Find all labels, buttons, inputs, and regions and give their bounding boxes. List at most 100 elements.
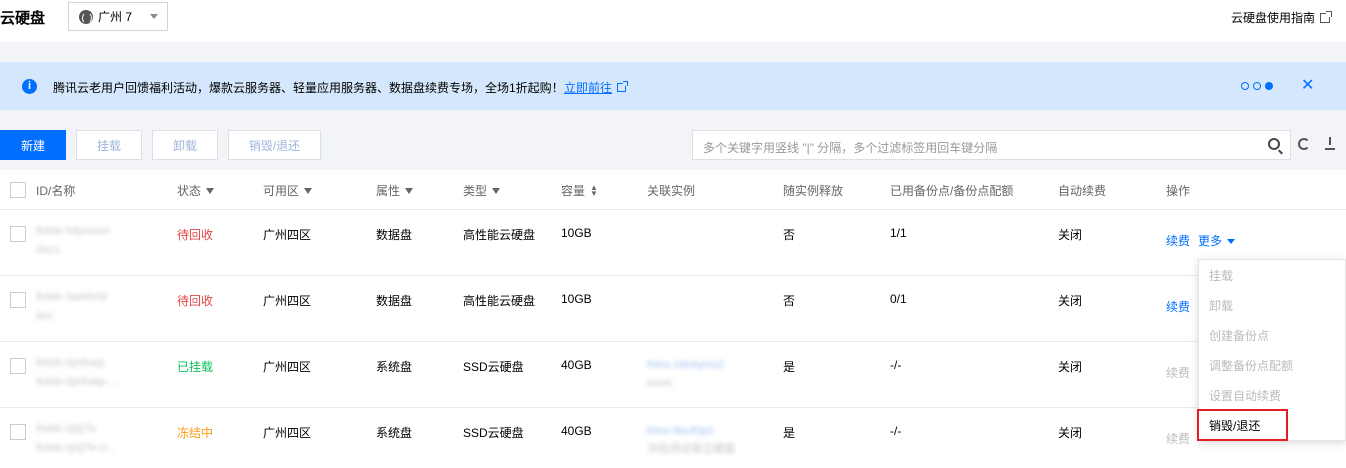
status-badge: 已挂载	[177, 360, 214, 374]
disk-id[interactable]: lhdsk-0prfsaip	[36, 354, 104, 373]
menu-item-detach[interactable]: 卸载	[1209, 297, 1233, 314]
col-header-zone[interactable]: 可用区	[263, 182, 313, 199]
type-cell: SSD云硬盘	[463, 426, 524, 440]
instance-link[interactable]: lhins-1kb4ymo2	[647, 356, 724, 375]
new-button[interactable]: 新建	[0, 130, 66, 160]
size-cell: 10GB	[561, 226, 592, 240]
release-cell: 否	[783, 228, 796, 242]
size-cell: 40GB	[561, 358, 592, 372]
backup-cell: -/-	[890, 358, 902, 372]
menu-item-adjust-quota[interactable]: 调整备份点配额	[1209, 357, 1293, 374]
row-divider	[0, 407, 1346, 408]
filter-icon[interactable]	[206, 187, 215, 194]
col-header-attr[interactable]: 属性	[376, 182, 414, 199]
banner-text: 腾讯云老用户回馈福利活动，爆款云服务器、轻量应用服务器、数据盘续费专场，全场1折…	[53, 81, 564, 95]
menu-item-attach[interactable]: 挂载	[1209, 267, 1233, 284]
col-header-size[interactable]: 容量 ▲ ▼	[561, 182, 598, 199]
sort-icon[interactable]: ▲ ▼	[590, 183, 598, 197]
external-link-icon	[617, 81, 629, 92]
attach-button[interactable]: 挂载	[76, 130, 142, 160]
row-divider	[0, 209, 1346, 210]
destroy-button[interactable]: 销毁/退还	[228, 130, 321, 160]
release-cell: 是	[783, 360, 796, 374]
highlight-box	[1197, 409, 1288, 441]
renew-cell: 关闭	[1058, 426, 1083, 440]
zone-cell: 广州四区	[263, 228, 312, 242]
type-cell: 高性能云硬盘	[463, 294, 536, 308]
instance-name: wooc	[647, 377, 673, 389]
refresh-icon[interactable]	[1298, 138, 1310, 150]
page-header: 云硬盘 广州 7 云硬盘使用指南	[0, 0, 1346, 42]
col-header-renew: 自动续费	[1058, 184, 1107, 198]
banner-link[interactable]: 立即前往	[564, 79, 629, 96]
release-cell: 是	[783, 426, 796, 440]
col-header-backup: 已用备份点/备份点配额	[890, 184, 1014, 198]
attr-cell: 数据盘	[376, 228, 413, 242]
type-cell: SSD云硬盘	[463, 360, 524, 374]
select-all-checkbox[interactable]	[10, 182, 26, 198]
filter-icon[interactable]	[304, 187, 313, 194]
more-link[interactable]: 更多	[1198, 232, 1236, 249]
row-divider	[0, 275, 1346, 276]
carousel-dot[interactable]	[1253, 82, 1261, 90]
disk-name: doc	[36, 310, 54, 322]
col-header-instance: 关联实例	[647, 184, 696, 198]
filter-icon[interactable]	[492, 187, 501, 194]
zone-cell: 广州四区	[263, 426, 312, 440]
disk-id[interactable]: lhdsk-hdpssem	[36, 222, 110, 241]
zone-cell: 广州四区	[263, 294, 312, 308]
disk-id[interactable]: lhdsk-nj0j7lv	[36, 420, 97, 439]
renew-link[interactable]: 续费	[1166, 430, 1190, 447]
search-icon[interactable]	[1268, 138, 1280, 150]
close-icon[interactable]: ✕	[1301, 77, 1314, 95]
region-label: 广州 7	[98, 10, 133, 24]
carousel-dot-active[interactable]	[1265, 82, 1273, 90]
search-placeholder: 多个关键字用竖线 "|" 分隔，多个过滤标签用回车键分隔	[703, 141, 998, 155]
guide-link[interactable]: 云硬盘使用指南	[1230, 9, 1332, 26]
type-cell: 高性能云硬盘	[463, 228, 536, 242]
globe-icon	[79, 9, 93, 24]
renew-cell: 关闭	[1058, 360, 1083, 374]
disk-name: doc1	[36, 244, 60, 256]
download-icon[interactable]	[1325, 137, 1335, 150]
status-badge: 待回收	[177, 294, 214, 308]
col-header-type[interactable]: 类型	[463, 182, 501, 199]
filter-icon[interactable]	[405, 187, 414, 194]
disk-id[interactable]: lhdsk-3aedx0e	[36, 288, 108, 307]
col-header-release: 随实例释放	[783, 184, 844, 198]
detach-button[interactable]: 卸载	[152, 130, 218, 160]
carousel-dot[interactable]	[1241, 82, 1249, 90]
row-checkbox[interactable]	[10, 424, 26, 440]
release-cell: 否	[783, 294, 796, 308]
info-icon: i	[22, 79, 37, 94]
chevron-down-icon	[1227, 239, 1236, 245]
renew-link[interactable]: 续费	[1166, 298, 1190, 315]
instance-name: 冻结测试保立硬盘	[647, 443, 735, 455]
size-cell: 10GB	[561, 292, 592, 306]
region-select[interactable]: 广州 7	[68, 2, 168, 31]
backup-cell: 1/1	[890, 226, 907, 240]
row-checkbox[interactable]	[10, 226, 26, 242]
guide-link-label: 云硬盘使用指南	[1230, 11, 1315, 25]
renew-link[interactable]: 续费	[1166, 364, 1190, 381]
menu-item-auto-renew[interactable]: 设置自动续费	[1209, 387, 1281, 404]
instance-link[interactable]: lhins-8euf0p3	[647, 422, 713, 441]
row-checkbox[interactable]	[10, 292, 26, 308]
row-checkbox[interactable]	[10, 358, 26, 374]
search-input[interactable]: 多个关键字用竖线 "|" 分隔，多个过滤标签用回车键分隔	[692, 130, 1291, 160]
menu-item-create-backup[interactable]: 创建备份点	[1209, 327, 1269, 344]
attr-cell: 系统盘	[376, 426, 413, 440]
zone-cell: 广州四区	[263, 360, 312, 374]
status-badge: 冻结中	[177, 426, 214, 440]
col-header-actions: 操作	[1166, 184, 1191, 198]
banner-link-label: 立即前往	[564, 81, 613, 95]
backup-cell: -/-	[890, 424, 902, 438]
page-title: 云硬盘	[0, 10, 46, 27]
col-header-id: ID/名称	[36, 184, 76, 198]
disk-name: lhdsk-0prfsaip-...	[36, 376, 118, 388]
row-divider	[0, 341, 1346, 342]
renew-link[interactable]: 续费	[1166, 232, 1190, 249]
size-cell: 40GB	[561, 424, 592, 438]
attr-cell: 数据盘	[376, 294, 413, 308]
col-header-status[interactable]: 状态	[177, 182, 215, 199]
